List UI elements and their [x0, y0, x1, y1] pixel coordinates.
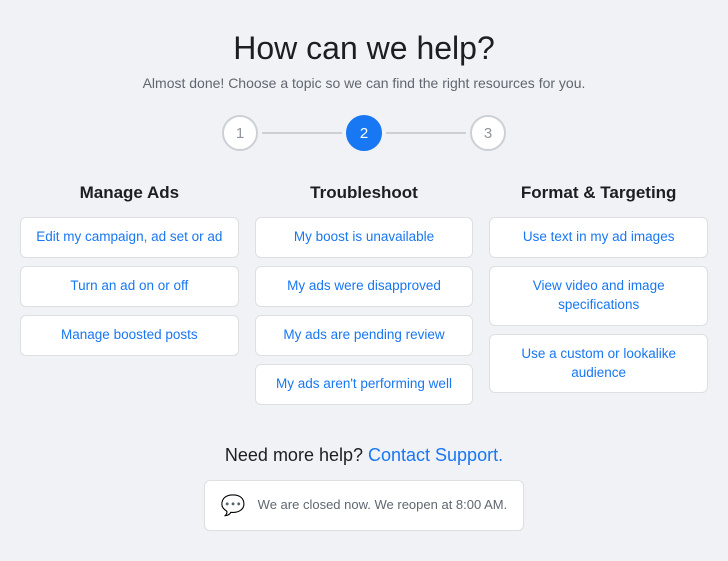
closed-box: 💬 We are closed now. We reopen at 8:00 A… — [204, 480, 524, 531]
option-edit-campaign[interactable]: Edit my campaign, ad set or ad — [20, 217, 239, 258]
step-2[interactable]: 2 — [346, 115, 382, 151]
column-format-targeting: Format & Targeting Use text in my ad ima… — [489, 183, 708, 413]
contact-section: Need more help? Contact Support. 💬 We ar… — [204, 445, 524, 531]
closed-message: We are closed now. We reopen at 8:00 AM. — [258, 496, 508, 514]
stepper: 1 2 3 — [222, 115, 506, 151]
step-line-2 — [386, 132, 466, 134]
option-ads-pending[interactable]: My ads are pending review — [255, 315, 474, 356]
column-troubleshoot-title: Troubleshoot — [310, 183, 418, 203]
column-troubleshoot: Troubleshoot My boost is unavailable My … — [255, 183, 474, 413]
option-ads-not-performing[interactable]: My ads aren't performing well — [255, 364, 474, 405]
topic-columns: Manage Ads Edit my campaign, ad set or a… — [20, 183, 708, 413]
contact-support-link[interactable]: Contact Support. — [368, 445, 503, 465]
option-custom-audience[interactable]: Use a custom or lookalike audience — [489, 334, 708, 394]
step-3[interactable]: 3 — [470, 115, 506, 151]
option-text-in-images[interactable]: Use text in my ad images — [489, 217, 708, 258]
option-manage-boosted[interactable]: Manage boosted posts — [20, 315, 239, 356]
column-manage-ads: Manage Ads Edit my campaign, ad set or a… — [20, 183, 239, 413]
option-boost-unavailable[interactable]: My boost is unavailable — [255, 217, 474, 258]
column-format-targeting-title: Format & Targeting — [521, 183, 677, 203]
option-ads-disapproved[interactable]: My ads were disapproved — [255, 266, 474, 307]
column-manage-ads-title: Manage Ads — [80, 183, 180, 203]
contact-title: Need more help? Contact Support. — [204, 445, 524, 466]
chat-icon: 💬 — [221, 493, 246, 518]
step-line-1 — [262, 132, 342, 134]
option-video-image-specs[interactable]: View video and image specifications — [489, 266, 708, 326]
page-title: How can we help? — [233, 30, 494, 67]
step-1[interactable]: 1 — [222, 115, 258, 151]
page-subtitle: Almost done! Choose a topic so we can fi… — [143, 75, 586, 91]
option-turn-ad-on-off[interactable]: Turn an ad on or off — [20, 266, 239, 307]
